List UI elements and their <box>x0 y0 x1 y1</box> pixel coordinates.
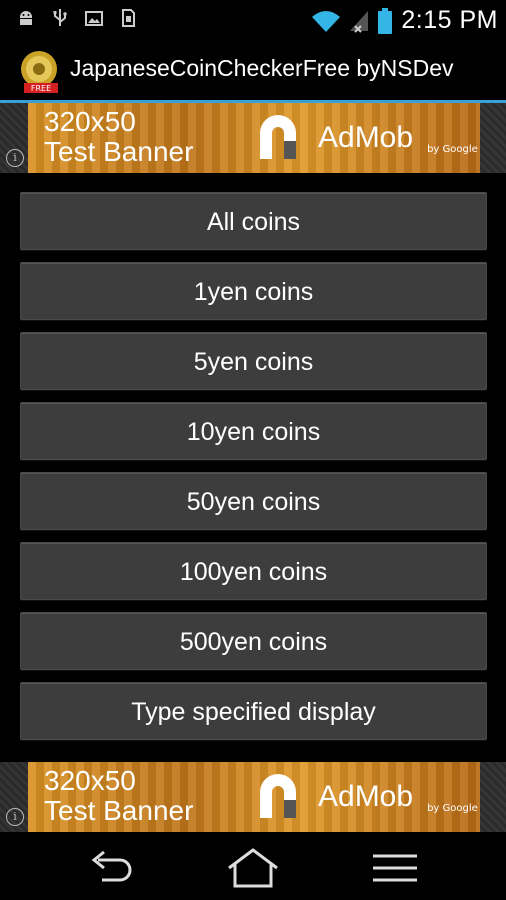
wifi-icon <box>312 10 341 32</box>
ad-size-label: 320x50 <box>44 106 136 137</box>
ad-size-label: 320x50 <box>44 765 136 796</box>
usb-icon <box>53 9 67 26</box>
admob-brand: AdMob by Google <box>254 766 480 828</box>
app-title: JapaneseCoinCheckerFree byNSDev <box>70 55 454 81</box>
battery-icon <box>378 7 393 34</box>
ad-banner-bottom[interactable]: 320x50 Test Banner AdMob by Google i <box>0 762 506 832</box>
ad-info-icon[interactable]: i <box>6 149 24 167</box>
signal-icon <box>350 10 369 33</box>
android-debug-icon <box>20 11 32 25</box>
admob-by-google: by Google <box>427 144 478 155</box>
ad-test-label: Test Banner <box>44 795 194 826</box>
status-time: 2:15 PM <box>401 6 498 34</box>
100yen-coins-button[interactable]: 100yen coins <box>20 542 487 600</box>
menu-icon[interactable] <box>365 846 425 890</box>
ad-banner-top[interactable]: 320x50 Test Banner AdMob by Google i <box>0 103 506 173</box>
type-specified-display-button[interactable]: Type specified display <box>20 682 487 740</box>
free-badge: FREE <box>31 84 51 93</box>
admob-wordmark: AdMob <box>318 780 414 813</box>
ad-text: 320x50 Test Banner <box>44 766 193 826</box>
admob-wordmark: AdMob <box>318 121 414 154</box>
admob-logo-icon <box>260 115 296 159</box>
coin-menu: All coins 1yen coins 5yen coins 10yen co… <box>20 192 487 752</box>
all-coins-button[interactable]: All coins <box>20 192 487 250</box>
home-icon[interactable] <box>223 846 283 890</box>
5yen-coins-button[interactable]: 5yen coins <box>20 332 487 390</box>
admob-logo-icon <box>260 774 296 818</box>
ad-test-label: Test Banner <box>44 136 194 167</box>
ad-banner-content[interactable]: 320x50 Test Banner AdMob by Google <box>28 762 480 832</box>
photo-icon <box>85 11 103 26</box>
ad-text: 320x50 Test Banner <box>44 107 193 167</box>
admob-brand: AdMob by Google <box>254 107 480 169</box>
ad-banner-content[interactable]: 320x50 Test Banner AdMob by Google <box>28 103 480 173</box>
status-bar: 2:15 PM <box>0 0 506 38</box>
1yen-coins-button[interactable]: 1yen coins <box>20 262 487 320</box>
sim-icon <box>122 9 135 27</box>
500yen-coins-button[interactable]: 500yen coins <box>20 612 487 670</box>
coin-app-icon: FREE <box>21 51 58 93</box>
admob-by-google: by Google <box>427 803 478 814</box>
back-icon[interactable] <box>80 846 140 890</box>
50yen-coins-button[interactable]: 50yen coins <box>20 472 487 530</box>
10yen-coins-button[interactable]: 10yen coins <box>20 402 487 460</box>
ad-info-icon[interactable]: i <box>6 808 24 826</box>
navigation-bar <box>0 836 506 900</box>
